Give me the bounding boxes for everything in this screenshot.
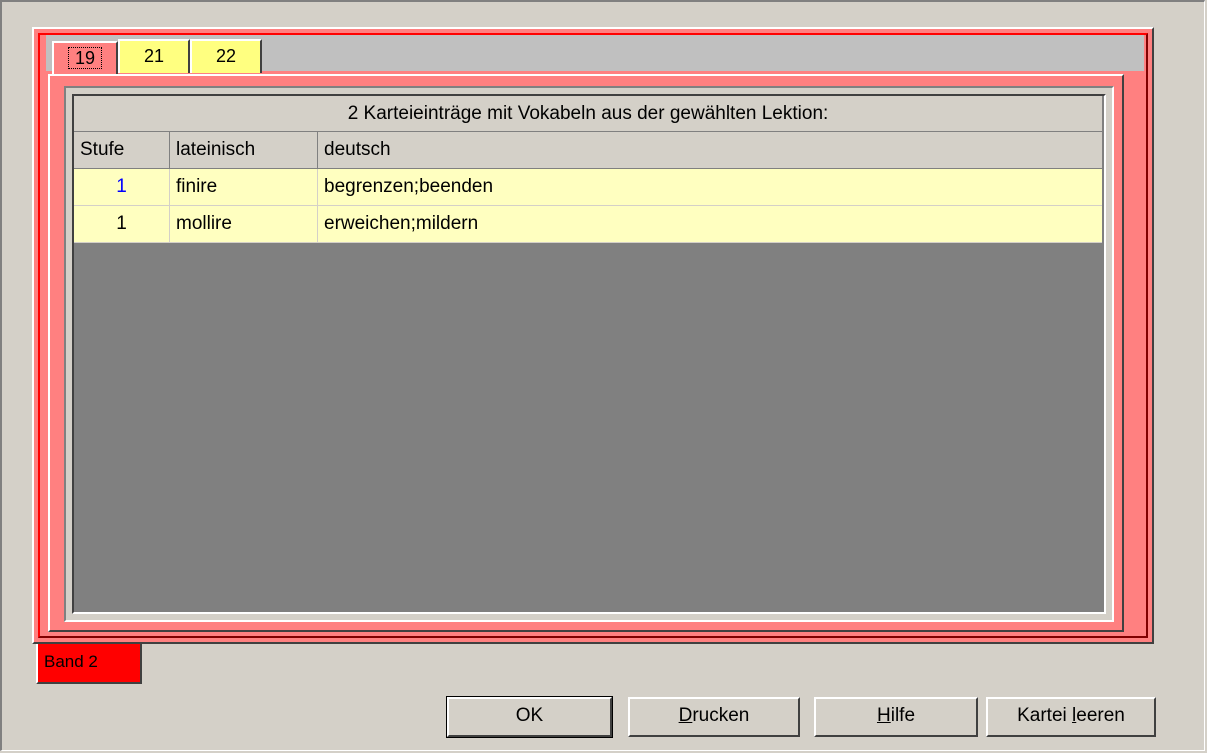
- tab-label: 22: [215, 46, 237, 66]
- ok-button[interactable]: OK: [446, 696, 613, 738]
- hilfe-label: ilfe: [890, 705, 916, 726]
- column-header-lateinisch[interactable]: lateinisch: [170, 132, 318, 169]
- cell-lateinisch[interactable]: finire: [170, 169, 318, 206]
- cell-deutsch[interactable]: begrenzen;beenden: [318, 169, 1102, 206]
- hilfe-button[interactable]: Hilfe: [814, 697, 978, 737]
- table-row[interactable]: 1 finire begrenzen;beenden: [74, 169, 1102, 206]
- kartei-leeren-label: eeren: [1076, 705, 1125, 726]
- tab-label: 21: [143, 46, 165, 66]
- hilfe-accelerator: H: [876, 705, 891, 726]
- tab-band-2[interactable]: Band 2: [36, 644, 142, 684]
- grid-caption: 2 Karteieinträge mit Vokabeln aus der ge…: [74, 96, 1102, 132]
- tab-lektion-19[interactable]: 19: [52, 41, 118, 75]
- drucken-button[interactable]: Drucken: [628, 697, 800, 737]
- cell-lateinisch[interactable]: mollire: [170, 206, 318, 243]
- lektion-tab-area: 19 21 22: [36, 31, 1150, 75]
- cell-deutsch[interactable]: erweichen;mildern: [318, 206, 1102, 243]
- cell-stufe[interactable]: 1: [74, 169, 170, 206]
- tab-lektion-22[interactable]: 22: [190, 39, 262, 73]
- drucken-accelerator: D: [678, 705, 693, 726]
- cell-stufe[interactable]: 1: [74, 206, 170, 243]
- vocab-grid[interactable]: 2 Karteieinträge mit Vokabeln aus der ge…: [72, 94, 1106, 614]
- column-header-deutsch[interactable]: deutsch: [318, 132, 1102, 169]
- grid-header-row: Stufe lateinisch deutsch: [74, 132, 1102, 169]
- table-row[interactable]: 1 mollire erweichen;mildern: [74, 206, 1102, 243]
- tab-lektion-21[interactable]: 21: [118, 39, 190, 73]
- kartei-leeren-button[interactable]: Kartei leeren: [986, 697, 1156, 737]
- drucken-label: rucken: [692, 705, 750, 726]
- column-header-stufe[interactable]: Stufe: [74, 132, 170, 169]
- kartei-leeren-label-prefix: Kartei: [1017, 705, 1073, 726]
- tab-label: 19: [67, 47, 103, 69]
